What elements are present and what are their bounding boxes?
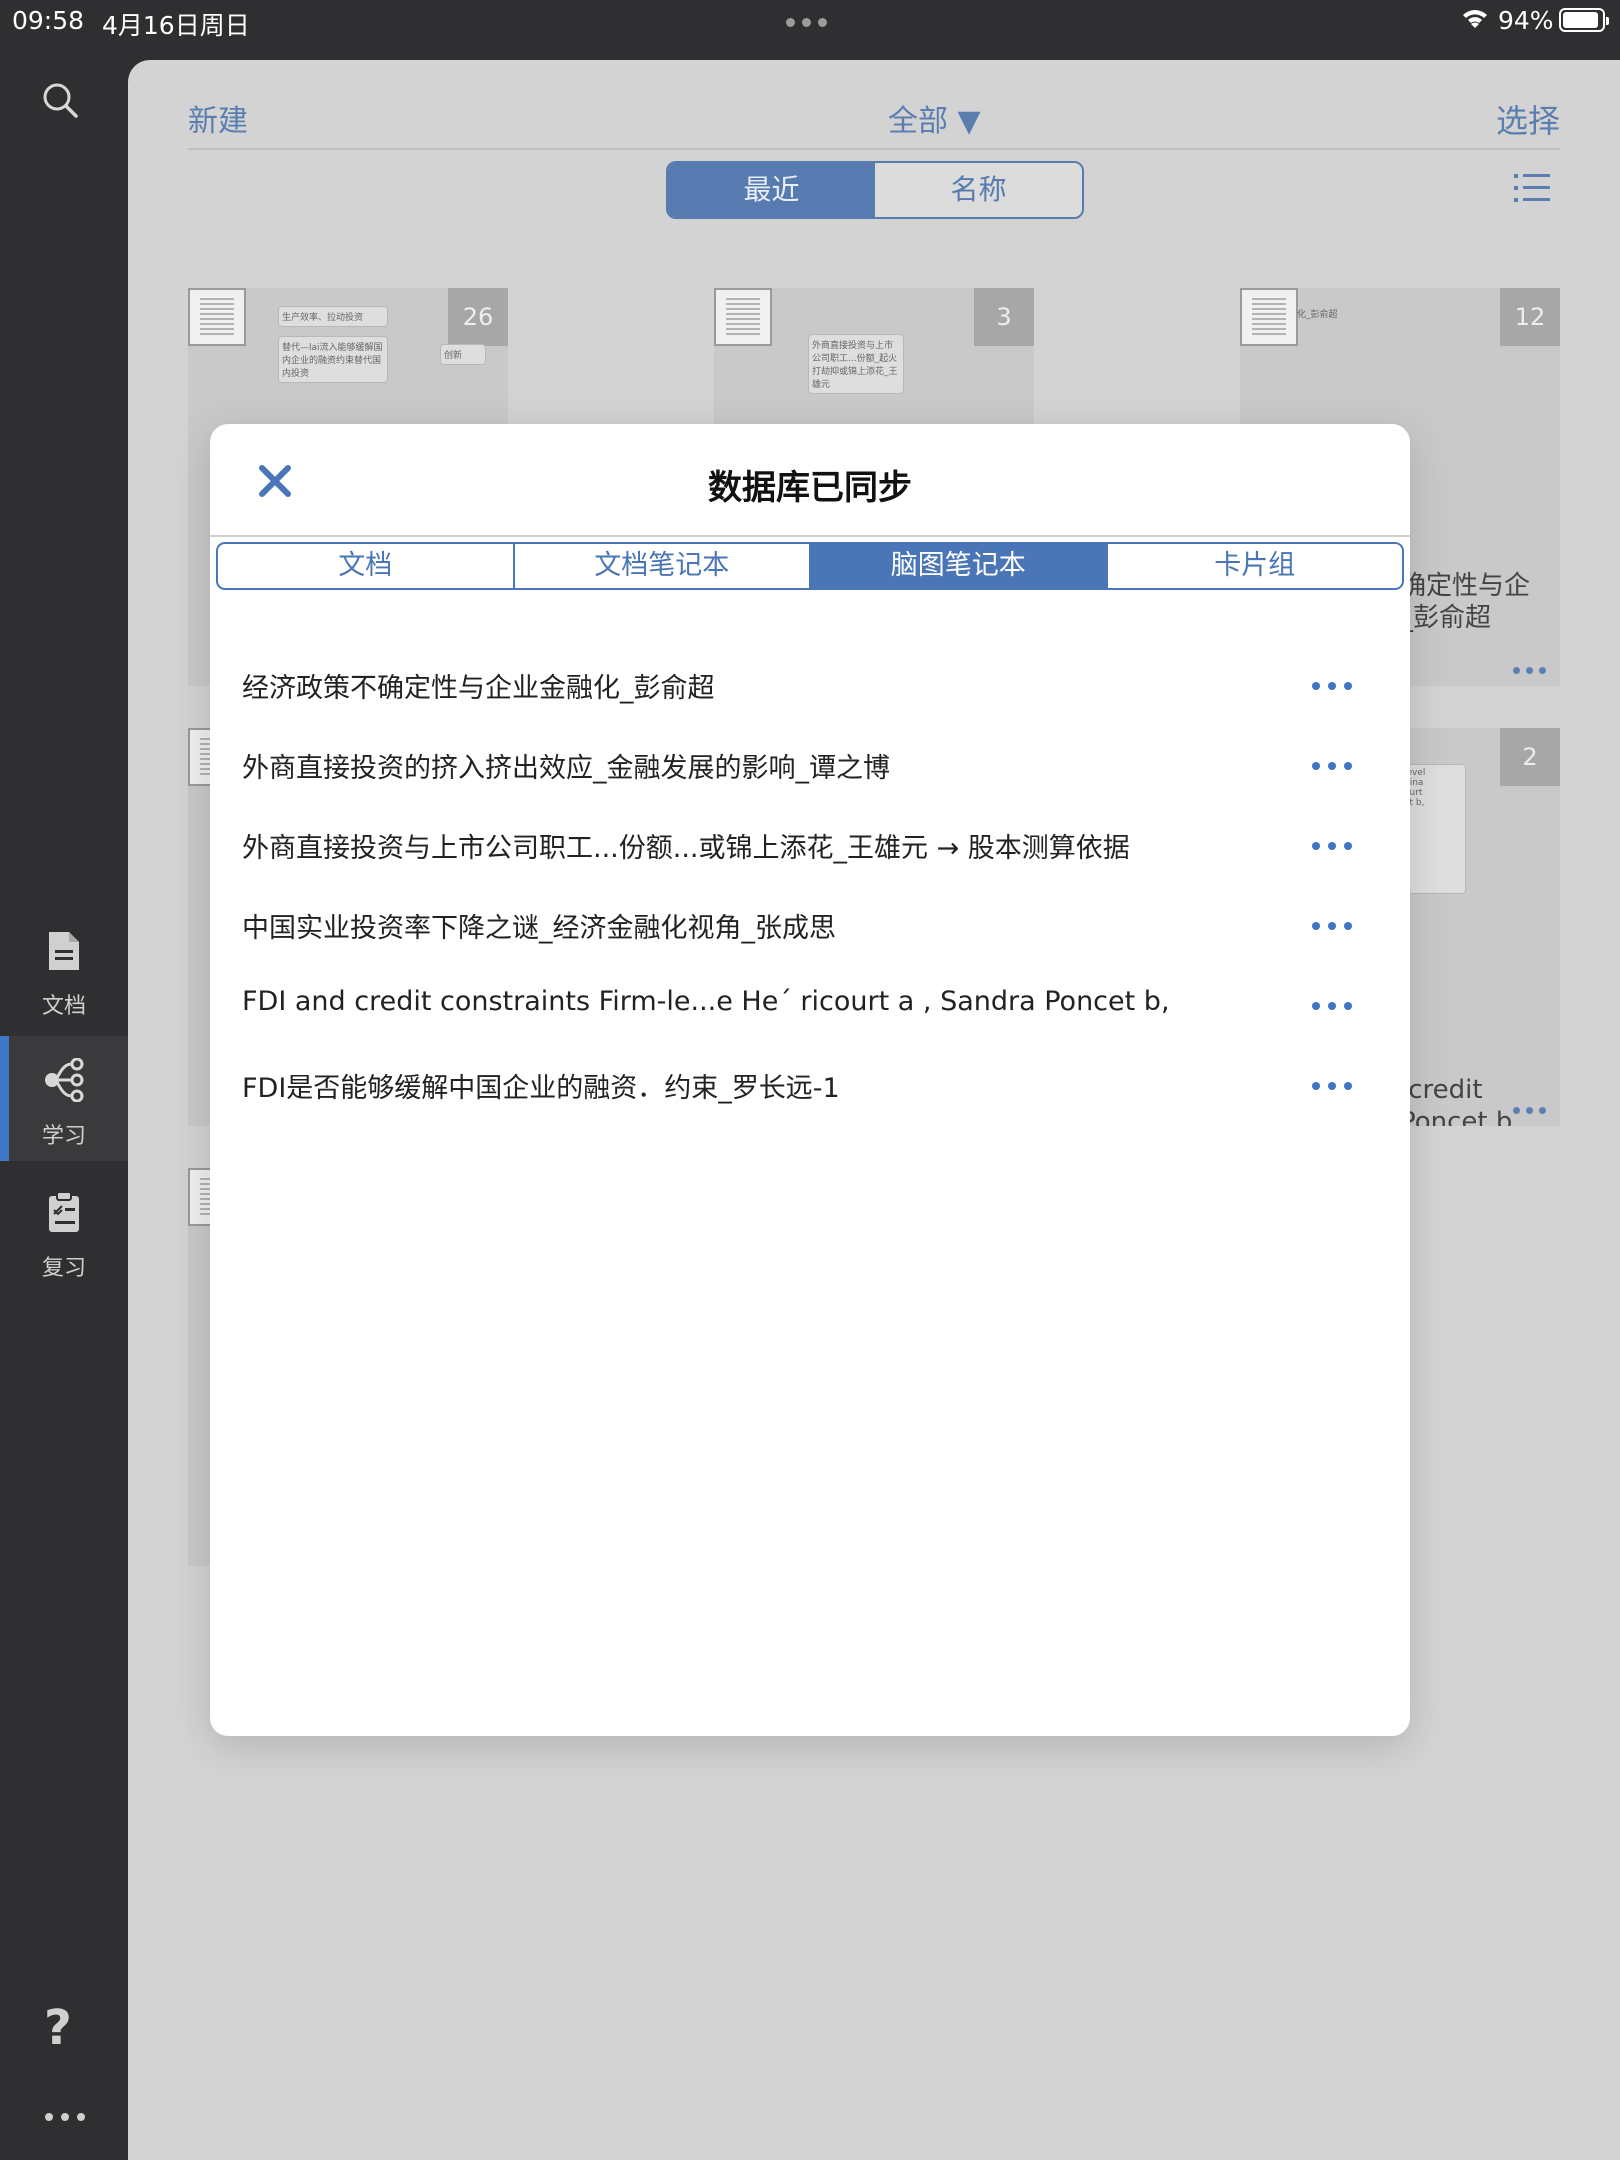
sync-dialog: 数据库已同步 文档 文档笔记本 脑图笔记本 卡片组 经济政策不确定性与企业金融化…	[210, 424, 1410, 1736]
document-thumbnail	[714, 288, 772, 346]
sidebar-item-review[interactable]: 复习	[0, 1190, 128, 1315]
more-icon[interactable]	[1513, 1107, 1546, 1114]
divider	[210, 535, 1410, 537]
help-icon[interactable]: ?	[44, 2000, 72, 2056]
multitask-dots-icon[interactable]	[786, 18, 827, 27]
category-tabs: 文档 文档笔记本 脑图笔记本 卡片组	[216, 542, 1404, 590]
sidebar: 文档 学习 复习 ?	[0, 40, 128, 2160]
filter-dropdown[interactable]: 全部 ▼	[888, 96, 981, 140]
sort-name-tab[interactable]: 名称	[875, 163, 1082, 217]
count-badge: 2	[1500, 728, 1560, 786]
more-icon[interactable]	[1312, 1082, 1352, 1090]
mindmap-node: 外商直接投资与上市公司职工...份额_起火打劫抑或锦上添花_王雄元	[808, 334, 904, 394]
tab-mindmap-notebooks[interactable]: 脑图笔记本	[811, 544, 1108, 588]
list-item-title: 外商直接投资与上市公司职工...份额...或锦上添花_王雄元 → 股本测算依据	[242, 833, 1130, 864]
mindmap-icon	[0, 1057, 128, 1108]
search-icon[interactable]	[40, 80, 88, 128]
more-icon[interactable]	[1312, 1002, 1352, 1010]
battery-icon	[1559, 8, 1609, 32]
wifi-icon	[1460, 6, 1490, 38]
count-badge: 12	[1500, 288, 1560, 346]
list-item-title: 中国实业投资率下降之谜_经济金融化视角_张成思	[242, 913, 836, 944]
dialog-title: 数据库已同步	[708, 468, 912, 508]
more-icon[interactable]	[1312, 762, 1352, 770]
more-icon[interactable]	[45, 2113, 85, 2121]
notebook-title: credit Poncet b,	[1400, 1075, 1521, 1126]
more-icon[interactable]	[1312, 682, 1352, 690]
mindmap-node: 化_彭俞超	[1297, 310, 1338, 320]
library-toolbar: 新建 全部 ▼ 选择	[188, 88, 1560, 150]
tab-card-decks[interactable]: 卡片组	[1108, 544, 1403, 588]
sidebar-item-label: 学习	[41, 1124, 86, 1149]
list-item[interactable]: 外商直接投资的挤入挤出效应_金融发展的影响_谭之博	[210, 734, 1410, 814]
list-item[interactable]: FDI是否能够缓解中国企业的融资．约束_罗长远-1	[210, 1054, 1410, 1134]
list-item-title: FDI and credit constraints Firm-le...e H…	[242, 986, 1170, 1017]
more-icon[interactable]	[1312, 842, 1352, 850]
document-thumbnail	[188, 288, 246, 346]
list-item-title: FDI是否能够缓解中国企业的融资．约束_罗长远-1	[242, 1073, 840, 1104]
battery-percent: 94%	[1498, 6, 1554, 35]
list-item[interactable]: 中国实业投资率下降之谜_经济金融化视角_张成思	[210, 894, 1410, 974]
list-item[interactable]: 外商直接投资与上市公司职工...份额...或锦上添花_王雄元 → 股本测算依据	[210, 814, 1410, 894]
sort-recent-tab[interactable]: 最近	[668, 163, 875, 217]
status-date: 4月16日周日	[102, 11, 250, 40]
document-icon	[0, 930, 128, 978]
status-time: 09:58	[12, 6, 85, 35]
clipboard-check-icon	[0, 1190, 128, 1240]
new-button[interactable]: 新建	[188, 96, 248, 140]
mindmap-node: 创新	[440, 344, 486, 365]
document-thumbnail	[1240, 288, 1298, 346]
sort-segmented-control: 最近 名称	[666, 161, 1084, 219]
more-icon[interactable]	[1513, 667, 1546, 674]
notebook-title: 确定性与企 _彭俞超	[1400, 571, 1531, 633]
list-view-icon[interactable]	[1514, 172, 1550, 204]
count-badge: 3	[974, 288, 1034, 346]
mindmap-node: 替代—lai流入能够缓解国内企业的融资约束替代国内投资	[278, 336, 388, 383]
sidebar-item-label: 文档	[41, 994, 86, 1019]
tab-document-notebooks[interactable]: 文档笔记本	[515, 544, 811, 588]
sidebar-item-study[interactable]: 学习	[0, 1036, 128, 1161]
select-button[interactable]: 选择	[1496, 96, 1560, 142]
list-item-title: 外商直接投资的挤入挤出效应_金融发展的影响_谭之博	[242, 753, 890, 784]
status-bar: 09:58 4月16日周日 94%	[0, 0, 1620, 40]
list-item[interactable]: 经济政策不确定性与企业金融化_彭俞超	[210, 654, 1410, 734]
list-item[interactable]: FDI and credit constraints Firm-le...e H…	[210, 974, 1410, 1054]
count-badge: 26	[448, 288, 508, 346]
tab-documents[interactable]: 文档	[218, 544, 515, 588]
more-icon[interactable]	[1312, 922, 1352, 930]
list-item-title: 经济政策不确定性与企业金融化_彭俞超	[242, 673, 715, 704]
mindmap-node: 生产效率、拉动投资	[278, 306, 388, 327]
sidebar-item-label: 复习	[41, 1256, 86, 1281]
notebook-list: 经济政策不确定性与企业金融化_彭俞超 外商直接投资的挤入挤出效应_金融发展的影响…	[210, 654, 1410, 1134]
